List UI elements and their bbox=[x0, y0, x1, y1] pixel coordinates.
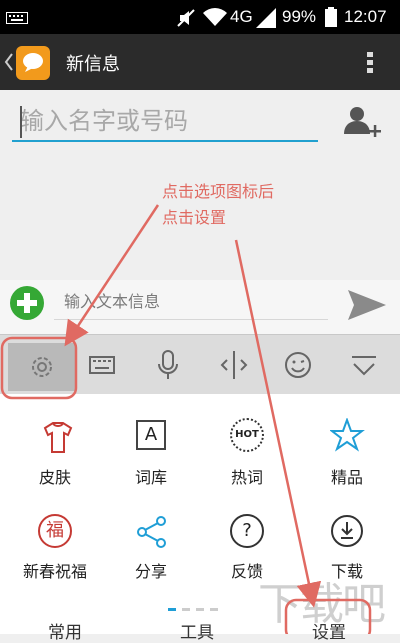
text-cursor bbox=[20, 106, 22, 138]
shirt-icon bbox=[43, 422, 73, 453]
network-type: 4G bbox=[230, 7, 253, 26]
back-chevron-icon bbox=[4, 53, 13, 71]
blessing-icon: 福 bbox=[38, 514, 72, 548]
skin-label: 皮肤 bbox=[38, 468, 71, 487]
add-attachment-icon[interactable] bbox=[9, 285, 45, 321]
cursor-icon[interactable] bbox=[216, 347, 252, 383]
dictionary-label: 词库 bbox=[134, 468, 167, 487]
page-dot-active bbox=[168, 608, 176, 611]
action-bar: 新信息 bbox=[0, 34, 400, 90]
share-item[interactable]: 分享 bbox=[100, 508, 200, 588]
keyboard-icon[interactable] bbox=[84, 347, 120, 383]
collapse-icon[interactable] bbox=[346, 347, 382, 383]
battery-icon bbox=[325, 7, 337, 27]
overflow-menu-button[interactable] bbox=[352, 42, 388, 82]
featured-label: 精品 bbox=[330, 468, 363, 487]
options-button[interactable] bbox=[8, 343, 76, 391]
message-placeholder: 输入文本信息 bbox=[64, 292, 161, 311]
page-title: 新信息 bbox=[66, 54, 120, 75]
signal-icon bbox=[256, 8, 276, 28]
page-dot bbox=[210, 608, 218, 611]
dictionary-item[interactable]: A 词库 bbox=[100, 414, 200, 494]
annotation-text-2: 点击设置 bbox=[162, 208, 227, 227]
recipient-input[interactable]: 输入名字或号码 bbox=[12, 100, 318, 142]
star-icon bbox=[330, 418, 365, 452]
keyboard-notification-icon bbox=[6, 12, 28, 24]
dictionary-icon: A bbox=[136, 420, 166, 450]
annotation-text-1: 点击选项图标后 bbox=[162, 182, 275, 201]
skin-item[interactable]: 皮肤 bbox=[0, 414, 100, 494]
featured-item[interactable]: 精品 bbox=[300, 414, 400, 494]
send-icon[interactable] bbox=[346, 288, 388, 322]
blessing-label: 新春祝福 bbox=[22, 562, 87, 581]
page-dot bbox=[196, 608, 204, 611]
messaging-app-icon bbox=[16, 46, 50, 80]
watermark: 下载吧 bbox=[258, 580, 386, 629]
download-icon bbox=[331, 515, 363, 547]
page-indicator bbox=[168, 608, 228, 612]
hot-words-label: 热词 bbox=[230, 468, 263, 487]
add-contact-icon[interactable] bbox=[344, 104, 382, 142]
wifi-icon bbox=[203, 8, 227, 26]
mute-icon bbox=[177, 9, 195, 27]
question-icon: ? bbox=[230, 514, 264, 548]
keyboard-toolbar bbox=[0, 334, 400, 395]
blessing-item[interactable]: 福 新春祝福 bbox=[0, 508, 100, 588]
status-bar: 4G 99% 12:07 bbox=[0, 0, 400, 34]
message-input[interactable]: 输入文本信息 bbox=[54, 286, 328, 320]
tab-common[interactable]: 常用 bbox=[48, 618, 82, 643]
more-vertical-icon bbox=[367, 52, 373, 73]
emoji-icon[interactable] bbox=[280, 347, 316, 383]
page-dot bbox=[182, 608, 190, 611]
battery-percent: 99% bbox=[282, 7, 317, 26]
hot-words-item[interactable]: HOT 热词 bbox=[200, 414, 300, 494]
gear-icon bbox=[32, 357, 52, 377]
back-button[interactable] bbox=[0, 34, 58, 90]
recipient-placeholder: 输入名字或号码 bbox=[20, 107, 188, 135]
share-label: 分享 bbox=[134, 562, 167, 581]
microphone-icon[interactable] bbox=[150, 347, 186, 383]
hot-icon: HOT bbox=[230, 418, 264, 452]
share-icon bbox=[137, 516, 166, 548]
clock: 12:07 bbox=[344, 7, 387, 26]
tab-tools[interactable]: 工具 bbox=[180, 618, 214, 643]
